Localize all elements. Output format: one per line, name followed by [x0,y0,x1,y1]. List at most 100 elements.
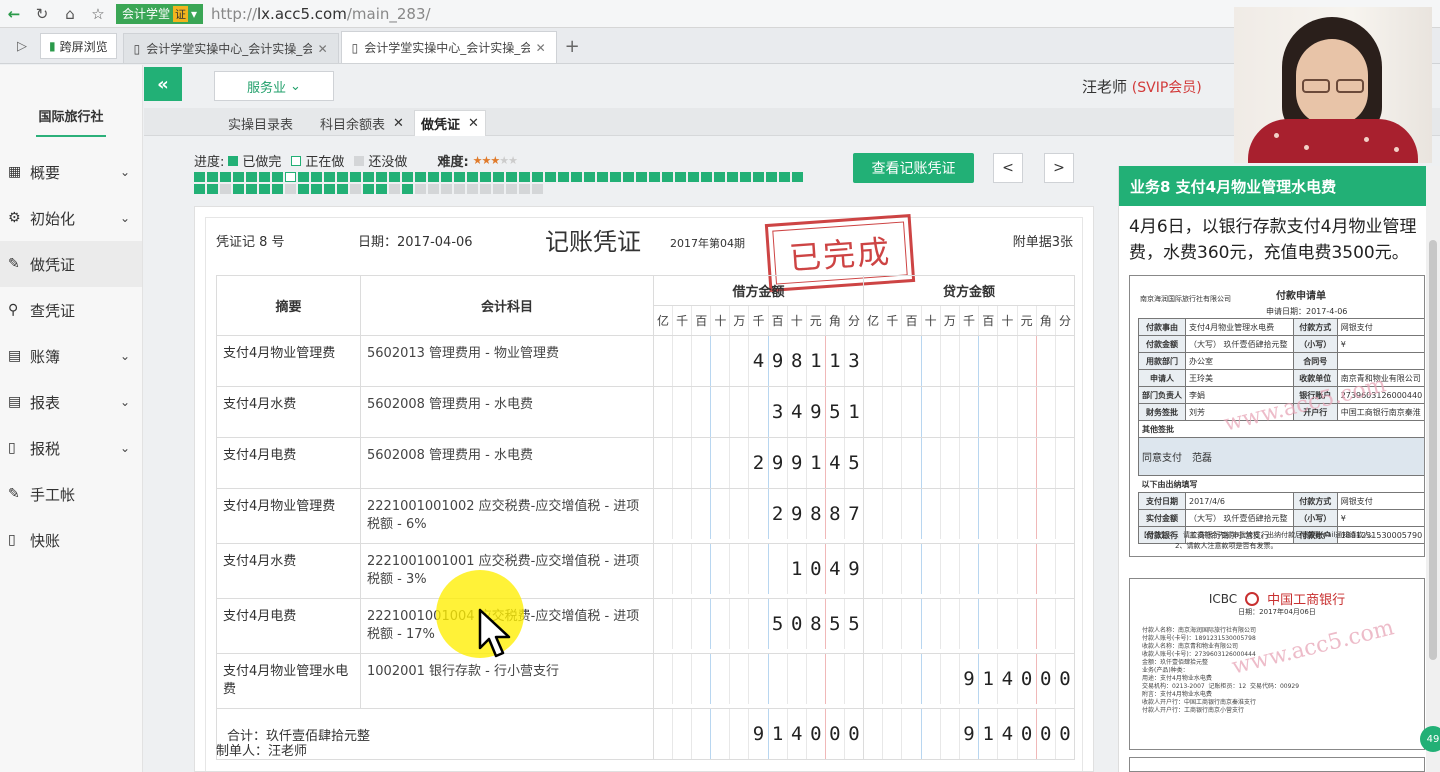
progress-cell[interactable] [571,172,582,182]
progress-cell[interactable] [454,184,465,194]
progress-cell[interactable] [220,184,231,194]
progress-cell[interactable] [610,172,621,182]
progress-cell[interactable] [376,184,387,194]
progress-cell[interactable] [233,172,244,182]
credit-amount[interactable] [864,387,1074,437]
progress-cell[interactable] [285,184,296,194]
progress-cell[interactable] [389,172,400,182]
progress-cell[interactable] [753,172,764,182]
debit-amount[interactable]: 498113 [654,336,863,386]
row-summary[interactable]: 支付4月物业管理水电费 [216,653,361,709]
progress-cell[interactable] [727,172,738,182]
progress-cell[interactable] [766,172,777,182]
row-credit[interactable] [863,543,1075,599]
credit-amount[interactable] [864,438,1074,488]
collapse-sidebar-button[interactable]: « [144,67,182,101]
user-info[interactable]: 汪老师 (SVIP会员) [1082,76,1202,97]
chevron-down-icon[interactable]: ⌄ [120,165,130,179]
progress-cell[interactable] [259,184,270,194]
row-summary[interactable]: 支付4月电费 [216,598,361,654]
progress-cell[interactable] [428,172,439,182]
view-voucher-button[interactable]: 查看记账凭证 [853,153,974,183]
progress-cell[interactable] [246,184,257,194]
progress-cell[interactable] [506,172,517,182]
progress-cell[interactable] [298,172,309,182]
sidebar-toggle-icon[interactable]: ▷ [8,29,36,63]
progress-cell[interactable] [701,172,712,182]
progress-cell[interactable] [493,172,504,182]
progress-cell[interactable] [454,172,465,182]
close-icon[interactable]: ✕ [318,42,328,56]
progress-cell[interactable] [207,172,218,182]
sidebar-item[interactable]: ▯ 报税 ⌄ [0,425,142,471]
progress-cell[interactable] [506,184,517,194]
sidebar-item[interactable]: ✎ 手工帐 [0,471,142,517]
scrollbar-thumb[interactable] [1429,240,1437,660]
debit-amount[interactable]: 29887 [654,489,863,539]
back-arrow-icon[interactable]: ← [0,0,28,28]
progress-cell[interactable] [519,184,530,194]
total-credit-amount[interactable]: 914000 [864,709,1074,759]
sidebar-item[interactable]: ▦ 概要 ⌄ [0,149,142,195]
chevron-down-icon[interactable]: ⌄ [120,349,130,363]
tab-make-voucher[interactable]: 做凭证 ✕ [414,110,486,136]
row-summary[interactable]: 支付4月物业管理费 [216,488,361,544]
debit-amount[interactable]: 34951 [654,387,863,437]
industry-select[interactable]: 服务业 ⌄ [214,71,334,101]
close-icon[interactable]: ✕ [393,116,404,131]
progress-cell[interactable] [415,184,426,194]
progress-cell[interactable] [363,184,374,194]
row-summary[interactable]: 支付4月水费 [216,543,361,599]
progress-cell[interactable] [246,172,257,182]
debit-amount[interactable]: 299145 [654,438,863,488]
progress-cell[interactable] [428,184,439,194]
progress-cell[interactable] [415,172,426,182]
progress-cell[interactable] [259,172,270,182]
progress-cell[interactable] [194,184,205,194]
progress-cell[interactable] [662,172,673,182]
row-account[interactable]: 5602008 管理费用 - 水电费 [360,386,654,438]
progress-cell[interactable] [298,184,309,194]
total-debit-amount[interactable]: 914000 [654,709,863,759]
progress-cell[interactable] [558,172,569,182]
next-document[interactable] [1129,757,1425,772]
sidebar-item[interactable]: ▤ 账簿 ⌄ [0,333,142,379]
credit-amount[interactable] [864,489,1074,539]
bank-receipt[interactable]: ICBC 中国工商银行 日期：2017年04月06日 付款人名称：南京海润国际旅… [1129,578,1425,750]
progress-cell[interactable] [597,172,608,182]
row-credit[interactable] [863,386,1075,438]
progress-cell[interactable] [636,172,647,182]
progress-cell[interactable] [194,172,205,182]
row-account[interactable]: 2221001001002 应交税费-应交增值税 - 进项税额 - 6% [360,488,654,544]
reload-icon[interactable]: ↻ [28,0,56,28]
sidebar-item[interactable]: ⚙ 初始化 ⌄ [0,195,142,241]
next-button[interactable]: > [1044,153,1074,183]
progress-cell[interactable] [545,172,556,182]
progress-cell[interactable] [480,172,491,182]
fav-cross-screen[interactable]: ▮ 跨屏浏览 [40,33,117,59]
progress-cell[interactable] [350,184,361,194]
sidebar-item[interactable]: ▤ 报表 ⌄ [0,379,142,425]
tab-account-balance[interactable]: 科目余额表 ✕ [314,110,410,136]
debit-amount[interactable]: 1049 [654,544,863,594]
row-credit[interactable]: 914000 [863,653,1075,709]
row-summary[interactable]: 支付4月水费 [216,386,361,438]
close-icon[interactable]: ✕ [536,41,546,55]
row-account[interactable]: 1002001 银行存款 - 行小营支行 [360,653,654,709]
progress-cell[interactable] [532,172,543,182]
credit-amount[interactable] [864,599,1074,649]
row-debit[interactable] [653,653,864,709]
row-debit[interactable]: 498113 [653,335,864,387]
close-icon[interactable]: ✕ [468,116,479,131]
new-tab-plus-icon[interactable]: + [565,36,580,57]
progress-cell[interactable] [519,172,530,182]
progress-cell[interactable] [207,184,218,194]
progress-cell[interactable] [441,172,452,182]
progress-cell[interactable] [389,184,400,194]
payment-request-form[interactable]: 南京海润国际旅行社有限公司 付款申请单 申请日期：2017-4-06 付款事由支… [1129,275,1425,557]
url-field[interactable]: http://lx.acc5.com/main_283/ [211,5,431,23]
row-credit[interactable] [863,437,1075,489]
progress-cell[interactable] [311,184,322,194]
progress-cell[interactable] [441,184,452,194]
progress-cell[interactable] [532,184,543,194]
